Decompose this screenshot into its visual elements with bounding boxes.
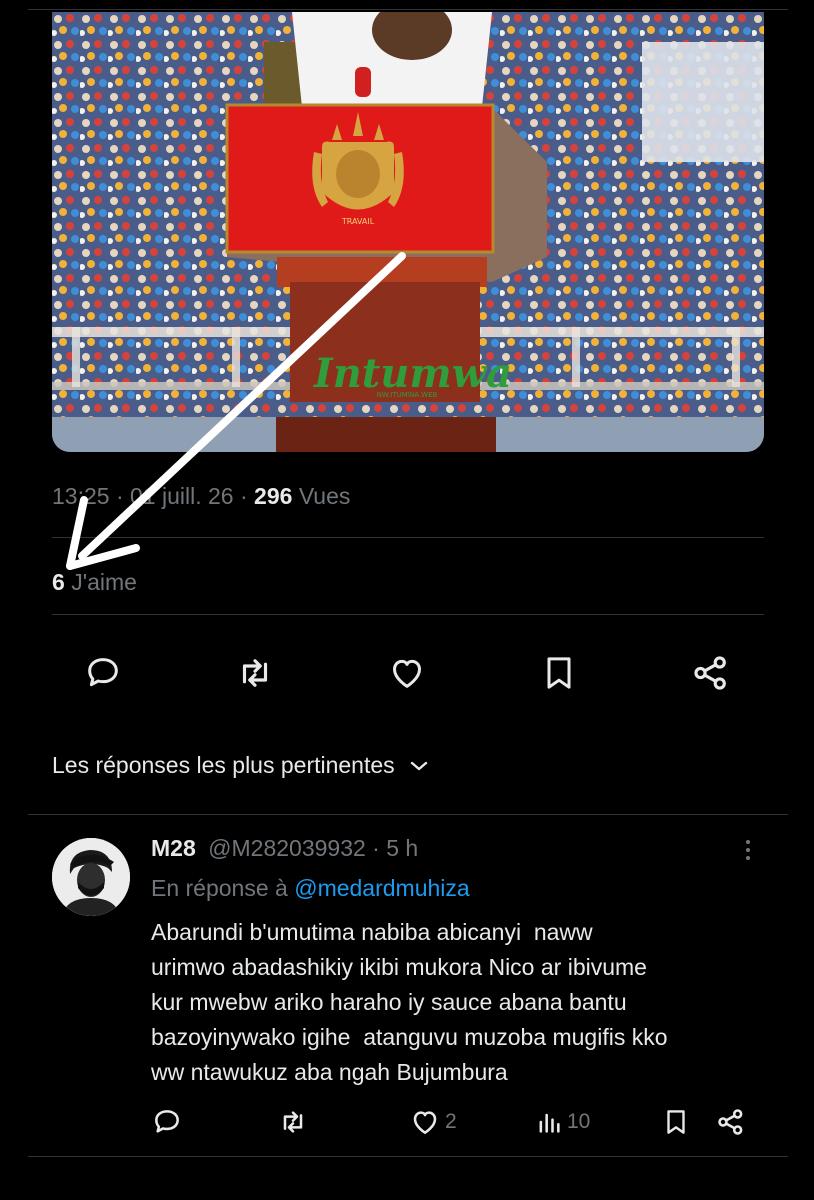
likes-label: J'aime xyxy=(71,569,137,595)
views-chart-icon xyxy=(539,1113,560,1133)
reply-views-count: 10 xyxy=(567,1110,591,1133)
more-dot-icon xyxy=(746,856,750,860)
reply-retweet-button[interactable] xyxy=(277,1102,309,1142)
reply-bookmark-button[interactable] xyxy=(661,1102,691,1142)
separator: · xyxy=(372,835,380,861)
retweet-icon xyxy=(283,1111,303,1133)
reply-header: M28 @M282039932 · 5 h xyxy=(151,835,418,862)
more-dot-icon xyxy=(746,848,750,852)
in-reply-handle-link[interactable]: @medardmuhiza xyxy=(294,875,469,901)
tweet-date: 01 juill. 26 xyxy=(130,483,234,509)
views-count: 296 xyxy=(254,483,293,509)
reply-button[interactable] xyxy=(78,648,128,698)
more-dot-icon xyxy=(746,840,750,844)
chevron-down-icon xyxy=(410,761,427,770)
share-button[interactable] xyxy=(686,648,736,698)
bookmark-icon xyxy=(547,657,571,689)
divider xyxy=(28,1156,788,1157)
tweet-action-bar xyxy=(78,648,738,698)
like-button[interactable] xyxy=(382,648,432,698)
avatar[interactable] xyxy=(52,838,130,916)
top-divider xyxy=(28,9,788,10)
tweet-time: 13:25 xyxy=(52,483,110,509)
replies-sort-dropdown[interactable]: Les réponses les plus pertinentes xyxy=(52,752,429,779)
lectern-motto: TRAVAIL xyxy=(341,217,375,226)
more-options-button[interactable] xyxy=(738,835,758,865)
reply-display-name[interactable]: M28 xyxy=(151,835,196,861)
replies-sort-label: Les réponses les plus pertinentes xyxy=(52,752,395,778)
reply-reply-button[interactable] xyxy=(151,1102,183,1142)
bookmark-icon xyxy=(667,1110,685,1134)
tweet-meta: 13:25 · 01 juill. 26 · 296 Vues xyxy=(52,483,351,509)
heart-icon xyxy=(413,1111,437,1134)
share-icon xyxy=(718,1109,743,1135)
share-icon xyxy=(694,656,726,690)
reply-tweet[interactable]: M28 @M282039932 · 5 h En réponse à @meda… xyxy=(0,815,814,1165)
likes-count: 6 xyxy=(52,569,65,595)
media-watermark: Intumwa xyxy=(313,350,512,397)
tweet-media-image[interactable]: TRAVAIL Intumwa NW.ITUMWA.WEB xyxy=(52,12,764,452)
reply-like-count: 2 xyxy=(445,1110,457,1133)
views-label: Vues xyxy=(298,483,351,509)
speech-bubble-icon xyxy=(155,1110,179,1133)
reply-handle[interactable]: @M282039932 xyxy=(208,835,366,861)
divider xyxy=(52,614,764,615)
bookmark-button[interactable] xyxy=(534,648,584,698)
divider xyxy=(52,537,764,538)
media-watermark-sub: NW.ITUMWA.WEB xyxy=(377,391,438,399)
reply-share-button[interactable] xyxy=(715,1102,747,1142)
heart-icon xyxy=(393,659,421,688)
reply-text: Abarundi b'umutima nabiba abicanyi naww … xyxy=(151,919,668,1085)
reply-like-button[interactable]: 2 xyxy=(409,1102,457,1142)
speech-bubble-icon xyxy=(88,658,118,687)
retweet-button[interactable] xyxy=(230,648,280,698)
reply-time: 5 h xyxy=(386,835,419,861)
retweet-icon xyxy=(242,659,268,687)
reply-action-bar: 2 10 xyxy=(151,1102,761,1142)
in-reply-prefix: En réponse à xyxy=(151,875,288,901)
likes-row[interactable]: 6 J'aime xyxy=(52,569,137,596)
in-reply-to: En réponse à @medardmuhiza xyxy=(151,875,470,902)
reply-views-button[interactable]: 10 xyxy=(535,1102,590,1142)
